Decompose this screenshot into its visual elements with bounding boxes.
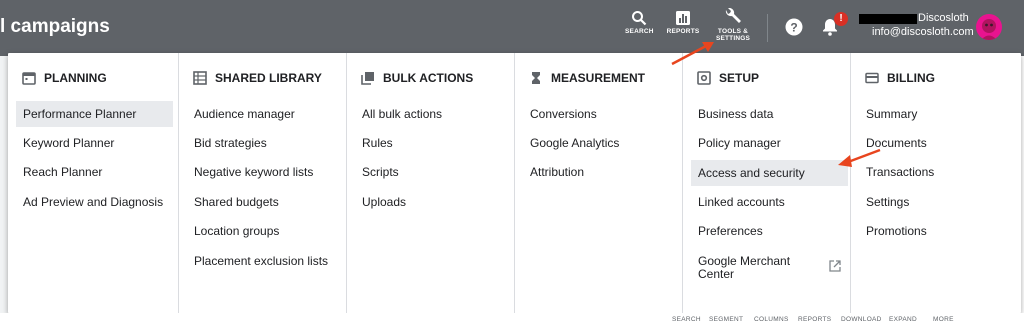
reports-icon: [676, 11, 690, 25]
toolbar-columns[interactable]: COLUMNS: [754, 316, 789, 323]
library-grid-icon: [193, 71, 207, 85]
menu-heading-planning: PLANNING: [22, 71, 107, 85]
tools-settings-label: TOOLS & SETTINGS: [715, 28, 751, 42]
menu-item-attribution[interactable]: Attribution: [523, 159, 680, 185]
reports-tool-button[interactable]: REPORTS: [665, 10, 701, 35]
menu-column-measurement: MEASUREMENT Conversions Google Analytics…: [514, 53, 682, 313]
menu-heading-label: SETUP: [719, 71, 760, 85]
menu-heading-label: BULK ACTIONS: [383, 71, 474, 85]
search-tool-button[interactable]: SEARCH: [625, 10, 653, 35]
menu-item-linked-accounts[interactable]: Linked accounts: [691, 189, 848, 215]
svg-text:?: ?: [790, 21, 797, 35]
external-link-icon: [829, 260, 841, 272]
menu-heading-label: SHARED LIBRARY: [215, 71, 322, 85]
merchant-center-label: Google Merchant Center: [698, 254, 791, 281]
menu-item-reach-planner[interactable]: Reach Planner: [16, 159, 173, 185]
copy-stack-icon: [361, 72, 374, 85]
toolbar-search[interactable]: SEARCH: [672, 316, 701, 323]
top-app-bar: [0, 0, 1024, 56]
menu-column-shared-library: SHARED LIBRARY Audience manager Bid stra…: [178, 53, 346, 313]
toolbar-segment[interactable]: SEGMENT: [709, 316, 743, 323]
wrench-icon: [725, 8, 741, 23]
toolbar-more[interactable]: MORE: [933, 316, 954, 323]
toolbar-expand[interactable]: EXPAND: [889, 316, 917, 323]
menu-column-bulk-actions: BULK ACTIONS All bulk actions Rules Scri…: [346, 53, 514, 313]
menu-item-business-data[interactable]: Business data: [691, 101, 848, 127]
toolbar-reports[interactable]: REPORTS: [798, 316, 831, 323]
menu-column-planning: PLANNING Performance Planner Keyword Pla…: [8, 53, 178, 313]
redacted-account-id: [859, 14, 917, 24]
reports-tool-label: REPORTS: [666, 28, 700, 35]
search-icon: [632, 11, 647, 26]
menu-item-promotions[interactable]: Promotions: [859, 218, 1016, 244]
menu-column-setup: SETUP Business data Policy manager Acces…: [682, 53, 850, 313]
sloth-avatar-icon: [981, 19, 997, 40]
menu-item-location-groups[interactable]: Location groups: [187, 218, 344, 244]
menu-item-audience-manager[interactable]: Audience manager: [187, 101, 344, 127]
hourglass-icon: [532, 72, 540, 84]
menu-heading-billing: BILLING: [865, 71, 935, 85]
annotation-arrow-tools: [671, 42, 714, 66]
menu-item-conversions[interactable]: Conversions: [523, 101, 680, 127]
menu-item-negative-keyword-lists[interactable]: Negative keyword lists: [187, 159, 344, 185]
tools-settings-button[interactable]: TOOLS & SETTINGS: [712, 8, 754, 42]
menu-item-ad-preview[interactable]: Ad Preview and Diagnosis: [16, 189, 173, 215]
toolbar-divider: [767, 14, 768, 42]
menu-item-bid-strategies[interactable]: Bid strategies: [187, 130, 344, 156]
menu-heading-label: PLANNING: [44, 71, 107, 85]
search-tool-label: SEARCH: [625, 28, 654, 35]
menu-item-google-merchant-center[interactable]: Google Merchant Center: [691, 253, 848, 283]
help-icon[interactable]: ?: [785, 18, 803, 36]
menu-item-scripts[interactable]: Scripts: [355, 159, 512, 185]
menu-item-access-and-security[interactable]: Access and security: [691, 160, 848, 186]
menu-item-settings[interactable]: Settings: [859, 189, 1016, 215]
menu-item-preferences[interactable]: Preferences: [691, 218, 848, 244]
menu-heading-bulk-actions: BULK ACTIONS: [361, 71, 473, 85]
notification-badge: !: [834, 12, 848, 26]
menu-item-policy-manager[interactable]: Policy manager: [691, 130, 848, 156]
menu-heading-shared-library: SHARED LIBRARY: [193, 71, 322, 85]
menu-column-billing: BILLING Summary Documents Transactions S…: [850, 53, 1021, 313]
menu-item-keyword-planner[interactable]: Keyword Planner: [16, 130, 173, 156]
menu-heading-measurement: MEASUREMENT: [529, 71, 645, 85]
page-title: l campaigns: [0, 16, 110, 37]
account-email[interactable]: info@discosloth.com: [872, 26, 974, 38]
menu-item-shared-budgets[interactable]: Shared budgets: [187, 189, 344, 215]
menu-item-placement-exclusion-lists[interactable]: Placement exclusion lists: [187, 248, 344, 274]
gear-box-icon: [697, 71, 711, 85]
avatar[interactable]: [976, 14, 1002, 40]
menu-heading-label: MEASUREMENT: [551, 71, 646, 85]
tools-settings-menu: PLANNING Performance Planner Keyword Pla…: [8, 53, 1021, 313]
menu-item-summary[interactable]: Summary: [859, 101, 1016, 127]
annotation-arrow-access-security: [838, 148, 881, 167]
menu-item-google-analytics[interactable]: Google Analytics: [523, 130, 680, 156]
menu-item-performance-planner[interactable]: Performance Planner: [16, 101, 173, 127]
menu-heading-setup: SETUP: [697, 71, 759, 85]
credit-card-icon: [865, 72, 879, 84]
account-name[interactable]: Discosloth: [918, 12, 969, 24]
menu-item-rules[interactable]: Rules: [355, 130, 512, 156]
menu-item-all-bulk-actions[interactable]: All bulk actions: [355, 101, 512, 127]
menu-item-uploads[interactable]: Uploads: [355, 189, 512, 215]
background-content-edge: [0, 56, 8, 314]
calendar-icon: [22, 72, 36, 85]
toolbar-download[interactable]: DOWNLOAD: [841, 316, 882, 323]
menu-heading-label: BILLING: [887, 71, 935, 85]
